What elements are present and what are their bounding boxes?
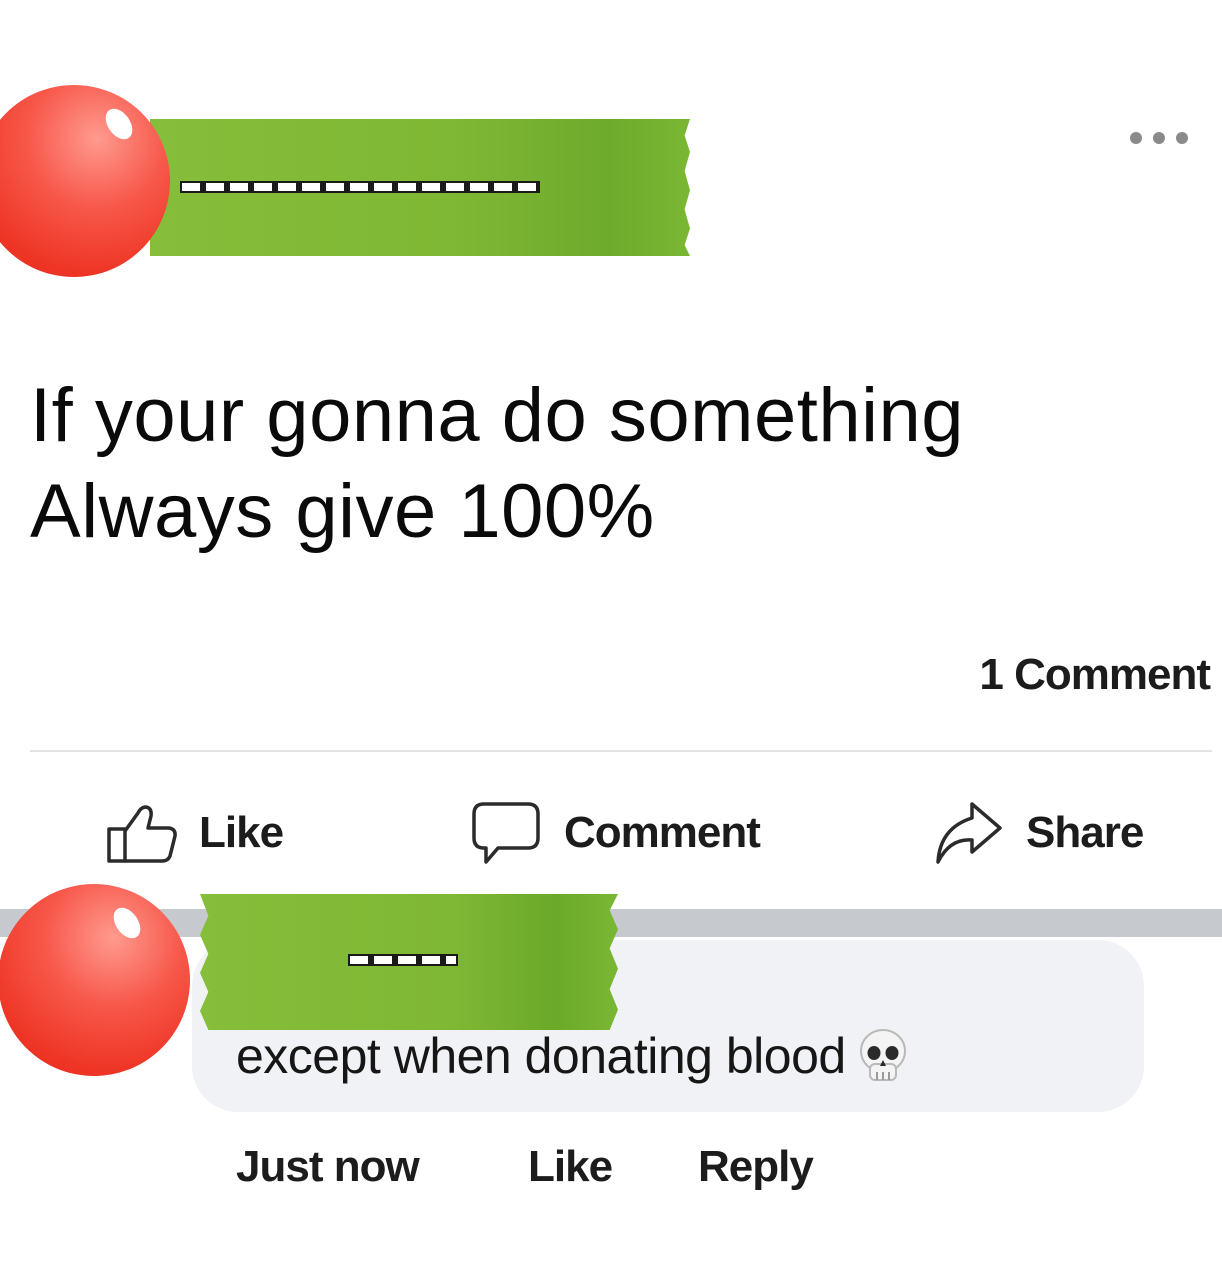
comment-like-button[interactable]: Like <box>528 1142 613 1192</box>
comment-reply-button[interactable]: Reply <box>698 1142 814 1192</box>
post-author-avatar[interactable] <box>0 85 170 277</box>
divider <box>30 750 1212 752</box>
thumbs-up-icon <box>107 805 177 863</box>
post-text-line-1: If your gonna do something <box>30 373 965 458</box>
commenter-name-redaction <box>200 894 618 1030</box>
share-arrow-icon <box>936 802 1002 864</box>
comment-timestamp[interactable]: Just now <box>236 1142 420 1192</box>
more-options-icon[interactable] <box>1130 128 1188 148</box>
commenter-avatar[interactable] <box>0 884 190 1076</box>
comment-label: Comment <box>564 808 761 857</box>
share-label: Share <box>1026 808 1144 857</box>
redaction-dashes <box>348 954 458 966</box>
post-text: If your gonna do something Always give 1… <box>30 368 1210 560</box>
comment-text: except when donating blood <box>236 1024 910 1088</box>
comment-button[interactable]: Comment <box>470 795 761 871</box>
like-label: Like <box>199 808 284 857</box>
speech-bubble-icon <box>472 802 540 864</box>
share-button[interactable]: Share <box>932 795 1144 871</box>
comment-body: except when donating blood <box>236 1028 846 1084</box>
comment-count-link[interactable]: 1 Comment <box>979 650 1211 700</box>
like-button[interactable]: Like <box>103 795 284 871</box>
avatar-highlight <box>100 103 138 145</box>
redaction-dashes <box>180 181 540 193</box>
post-text-line-2: Always give 100% <box>30 469 655 554</box>
skull-emoji-icon <box>859 1029 906 1081</box>
post-author-name-redaction <box>150 119 690 256</box>
avatar-highlight <box>108 902 146 944</box>
